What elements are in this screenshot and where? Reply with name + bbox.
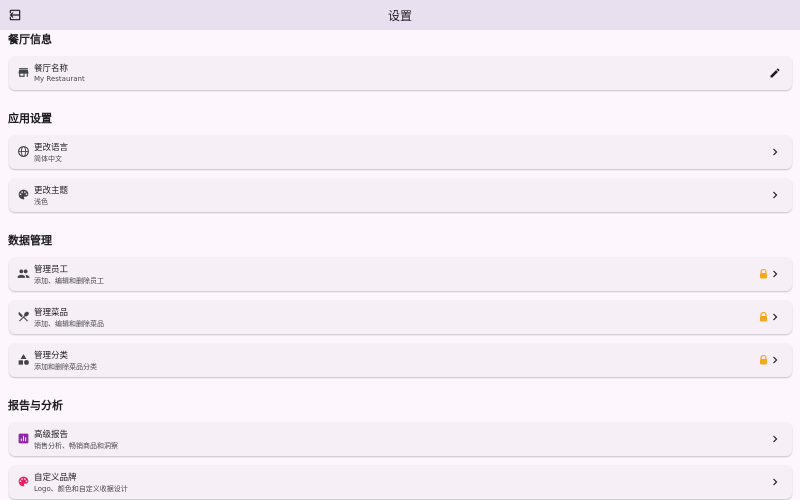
store-icon [17, 66, 30, 79]
item-subtitle: Logo、颜色和自定义收据设计 [34, 485, 128, 493]
people-icon [17, 267, 30, 280]
section-title-restaurant-info: 餐厅信息 [8, 33, 52, 46]
item-subtitle: 销售分析、畅销商品和洞察 [34, 442, 118, 450]
section-title-app-settings: 应用设置 [8, 112, 52, 125]
item-title: 高级报告 [34, 430, 69, 440]
item-subtitle: My Restaurant [34, 75, 85, 83]
section-title-data-management: 数据管理 [8, 234, 52, 247]
item-title: 管理菜品 [34, 308, 69, 318]
palette-color-icon [17, 475, 30, 488]
app-bar: 设置 [0, 0, 800, 30]
item-subtitle: 添加、编辑和删除员工 [34, 277, 104, 285]
section-title-reports: 报告与分析 [8, 399, 63, 412]
lock-icon [759, 269, 768, 279]
item-subtitle: 浅色 [34, 198, 48, 206]
lock-icon [759, 355, 768, 365]
chevron-right-icon [769, 146, 781, 158]
item-title: 更改语言 [34, 143, 69, 153]
chevron-right-icon [769, 433, 781, 445]
page-title: 设置 [387, 8, 412, 23]
globe-icon [17, 145, 30, 158]
settings-item-advanced-reports[interactable]: 高级报告 销售分析、畅销商品和洞察 [9, 422, 792, 456]
item-subtitle: 添加和删除菜品分类 [34, 363, 97, 371]
chevron-right-icon [769, 354, 781, 366]
exit-to-app-icon[interactable] [8, 8, 22, 22]
settings-item-theme[interactable]: 更改主题 浅色 [9, 178, 792, 212]
analytics-icon [17, 432, 30, 445]
settings-item-manage-staff[interactable]: 管理员工 添加、编辑和删除员工 [9, 257, 792, 291]
palette-icon [17, 188, 30, 201]
settings-item-manage-dishes[interactable]: 管理菜品 添加、编辑和删除菜品 [9, 300, 792, 334]
settings-item-custom-branding[interactable]: 自定义品牌 Logo、颜色和自定义收据设计 [9, 465, 792, 499]
settings-list: 餐厅信息 餐厅名称 My Restaurant 应用设置 更改语言 简体中文 更… [0, 30, 800, 500]
settings-item-restaurant-name[interactable]: 餐厅名称 My Restaurant [9, 56, 792, 90]
lock-icon [759, 312, 768, 322]
item-title: 管理分类 [34, 351, 69, 361]
chevron-right-icon [769, 189, 781, 201]
settings-item-language[interactable]: 更改语言 简体中文 [9, 135, 792, 169]
chevron-right-icon [769, 476, 781, 488]
item-title: 餐厅名称 [34, 64, 69, 74]
item-title: 自定义品牌 [34, 473, 77, 483]
utensils-icon [17, 310, 30, 323]
category-icon [17, 353, 30, 366]
item-subtitle: 添加、编辑和删除菜品 [34, 320, 104, 328]
item-subtitle: 简体中文 [34, 155, 62, 163]
chevron-right-icon [769, 311, 781, 323]
item-title: 更改主题 [34, 186, 69, 196]
chevron-right-icon [769, 268, 781, 280]
settings-item-manage-categories[interactable]: 管理分类 添加和删除菜品分类 [9, 343, 792, 377]
edit-icon[interactable] [769, 67, 781, 79]
item-title: 管理员工 [34, 265, 69, 275]
